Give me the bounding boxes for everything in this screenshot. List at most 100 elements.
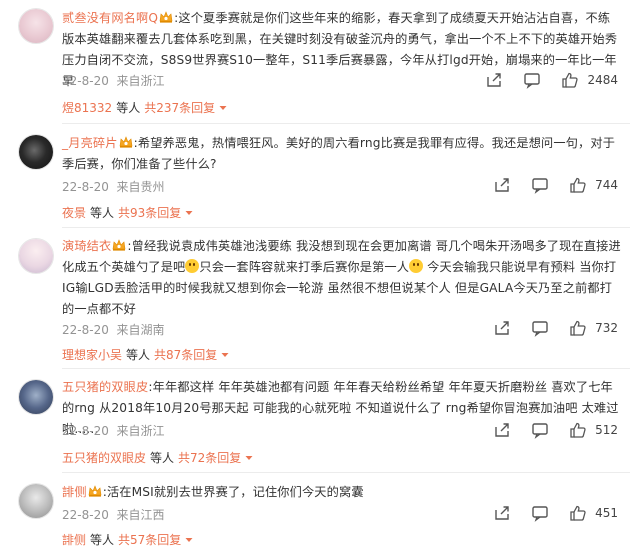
reply-username[interactable]: 五只猪的双眼皮 xyxy=(62,449,146,466)
comment-icon xyxy=(523,71,541,89)
comment-date: 22-8-20 xyxy=(62,508,109,522)
reply-username[interactable]: 夜景 xyxy=(62,204,86,221)
like-icon xyxy=(569,504,587,522)
comment-meta: 22-8-20 来自湖南 xyxy=(62,321,165,338)
like-button[interactable]: 451 xyxy=(569,504,618,522)
reply-connector: 等人 xyxy=(150,451,175,465)
share-icon xyxy=(485,71,503,89)
vip-crown-icon xyxy=(88,485,102,497)
view-replies-link[interactable]: 共93条回复 xyxy=(118,204,194,221)
comment-text: 活在MSI就别去世界赛了，记住你们今天的窝囊 xyxy=(106,485,364,499)
share-icon xyxy=(493,421,511,439)
like-button[interactable]: 744 xyxy=(569,176,618,194)
avatar[interactable] xyxy=(18,483,54,519)
reply-count-label: 共57条回复 xyxy=(118,533,182,547)
comment-meta: 22-8-20 来自贵州 xyxy=(62,178,165,195)
comment-username[interactable]: 贰叁没有网名啊Q xyxy=(62,11,158,25)
comment-button[interactable] xyxy=(531,176,549,194)
comment-username[interactable]: 五只猪的双眼皮 xyxy=(62,380,148,394)
comment-button[interactable] xyxy=(531,421,549,439)
comment-actions: 451 xyxy=(493,504,618,522)
comment-button[interactable] xyxy=(531,319,549,337)
comment-meta: 22-8-20 来自江西 xyxy=(62,506,165,523)
reply-connector: 等人 xyxy=(116,101,141,115)
comment-icon xyxy=(531,421,549,439)
reply-connector: 等人 xyxy=(90,206,115,220)
reply-username[interactable]: 理想家小吴 xyxy=(62,346,122,363)
comment-button[interactable] xyxy=(523,71,541,89)
reply-connector: 等人 xyxy=(126,348,151,362)
like-icon xyxy=(569,421,587,439)
view-replies-link[interactable]: 共57条回复 xyxy=(118,531,194,548)
like-button[interactable]: 2484 xyxy=(561,71,618,89)
reply-username[interactable]: 煜81332 xyxy=(62,99,112,116)
comment-location: 来自浙江 xyxy=(116,74,165,88)
chevron-down-icon xyxy=(184,208,194,218)
smile-emoji-icon xyxy=(409,259,424,273)
reply-count-label: 共237条回复 xyxy=(144,101,216,115)
like-count: 451 xyxy=(595,506,618,520)
comment-meta: 22-8-20 来自浙江 xyxy=(62,72,165,89)
avatar[interactable] xyxy=(18,8,54,44)
view-replies-link[interactable]: 共87条回复 xyxy=(154,346,230,363)
vip-crown-icon xyxy=(119,136,133,148)
comment-username[interactable]: _月亮碎片 xyxy=(62,136,118,150)
comment-actions: 2484 xyxy=(485,71,618,89)
chevron-down-icon xyxy=(244,453,254,463)
share-button[interactable] xyxy=(493,319,511,337)
comment-icon xyxy=(531,504,549,522)
share-icon xyxy=(493,504,511,522)
comment-date: 22-8-20 xyxy=(62,323,109,337)
vip-crown-icon xyxy=(112,239,126,251)
reply-connector: 等人 xyxy=(90,533,115,547)
avatar[interactable] xyxy=(18,238,54,274)
like-icon xyxy=(569,319,587,337)
reply-summary: 五只猪的双眼皮 等人 共72条回复 xyxy=(62,449,254,466)
comment-date: 22-8-20 xyxy=(62,180,109,194)
divider xyxy=(62,123,630,124)
comment-icon xyxy=(531,319,549,337)
share-button[interactable] xyxy=(485,71,503,89)
like-button[interactable]: 732 xyxy=(569,319,618,337)
like-count: 512 xyxy=(595,423,618,437)
comment-text-part: 只会一套阵容就来打季后赛你是第一人 xyxy=(199,260,410,274)
view-replies-link[interactable]: 共237条回复 xyxy=(144,99,228,116)
chevron-down-icon xyxy=(184,535,194,545)
reply-count-label: 共87条回复 xyxy=(154,348,218,362)
comment-body: _月亮碎片:希望养恶鬼，热情喂狂风。美好的周六看rng比赛是我罪有应得。我还是想… xyxy=(62,136,616,171)
avatar[interactable] xyxy=(18,134,54,170)
comment-location: 来自江西 xyxy=(116,508,165,522)
view-replies-link[interactable]: 共72条回复 xyxy=(178,449,254,466)
reply-username[interactable]: 誹侧 xyxy=(62,531,86,548)
vip-crown-icon xyxy=(159,11,173,23)
comment-button[interactable] xyxy=(531,504,549,522)
comment-body: 演琦结衣:曾经我说袁成伟英雄池浅要练 我没想到现在会更加离谱 哥几个喝朱开汤喝多… xyxy=(62,239,621,316)
comment-icon xyxy=(531,176,549,194)
reply-summary: 理想家小吴 等人 共87条回复 xyxy=(62,346,230,363)
comment-meta: 22-8-20 来自浙江 xyxy=(62,422,165,439)
comment-body: 誹侧:活在MSI就别去世界赛了，记住你们今天的窝囊 xyxy=(62,485,364,499)
avatar[interactable] xyxy=(18,379,54,415)
comment-location: 来自贵州 xyxy=(116,180,165,194)
smile-emoji-icon xyxy=(185,259,200,273)
divider xyxy=(62,368,630,369)
chevron-down-icon xyxy=(218,103,228,113)
like-button[interactable]: 512 xyxy=(569,421,618,439)
chevron-down-icon xyxy=(220,350,230,360)
comment-actions: 744 xyxy=(493,176,618,194)
comment-username[interactable]: 演琦结衣 xyxy=(62,239,111,253)
comment-actions: 732 xyxy=(493,319,618,337)
comment-actions: 512 xyxy=(493,421,618,439)
reply-count-label: 共93条回复 xyxy=(118,206,182,220)
like-icon xyxy=(569,176,587,194)
share-icon xyxy=(493,176,511,194)
like-icon xyxy=(561,71,579,89)
comment-username[interactable]: 誹侧 xyxy=(62,485,87,499)
like-count: 732 xyxy=(595,321,618,335)
share-button[interactable] xyxy=(493,421,511,439)
comment-date: 22-8-20 xyxy=(62,424,109,438)
share-button[interactable] xyxy=(493,176,511,194)
share-button[interactable] xyxy=(493,504,511,522)
like-count: 2484 xyxy=(587,73,618,87)
reply-count-label: 共72条回复 xyxy=(178,451,242,465)
